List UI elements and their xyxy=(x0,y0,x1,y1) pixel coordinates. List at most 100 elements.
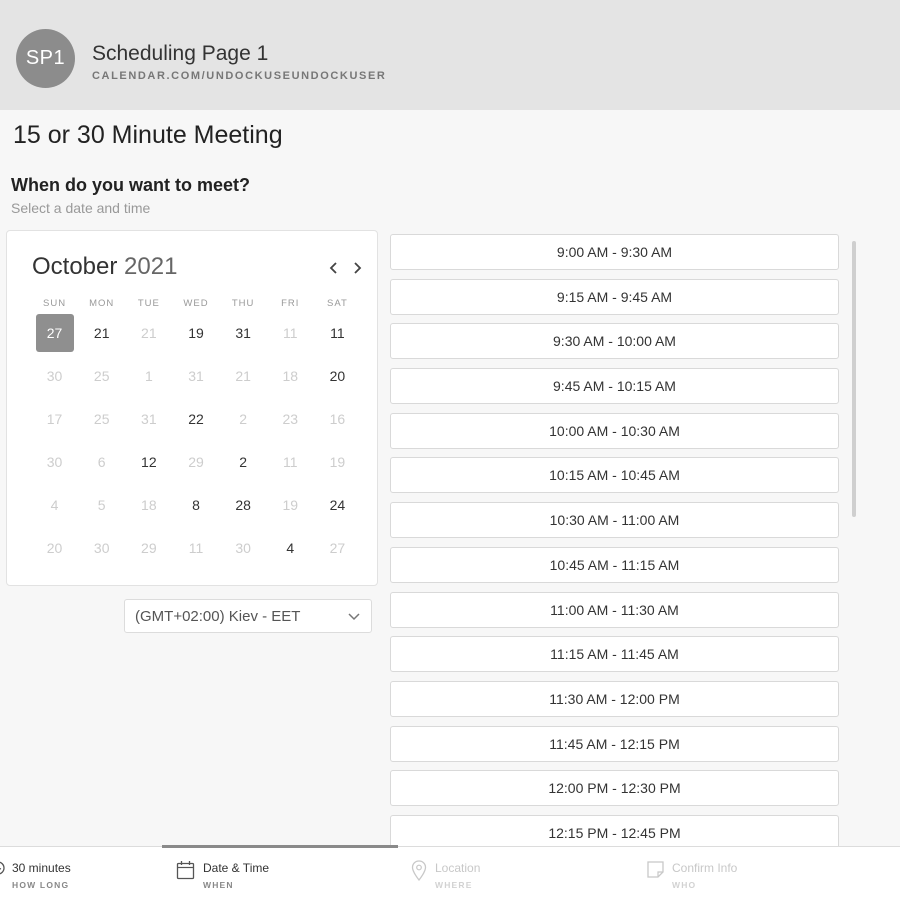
weekday-header: SUN MON TUE WED THU FRI SAT xyxy=(31,298,361,309)
calendar-year: 2021 xyxy=(124,253,178,280)
time-slot-button[interactable]: 10:00 AM - 10:30 AM xyxy=(390,412,839,449)
meeting-title: 15 or 30 Minute Meeting xyxy=(13,121,283,149)
scrollbar[interactable] xyxy=(852,241,856,517)
calendar-day-label: 20 xyxy=(329,367,346,384)
calendar-day-label: 30 xyxy=(46,367,63,384)
calendar-day[interactable]: 28 xyxy=(220,483,267,526)
calendar-day-label: 17 xyxy=(46,410,63,427)
calendar-day-label: 5 xyxy=(97,496,106,513)
step-date-time-title: Date & Time xyxy=(203,861,270,875)
calendar-day-label: 20 xyxy=(46,539,63,556)
calendar-month-year: October 2021 xyxy=(32,253,177,281)
calendar-day: 30 xyxy=(31,354,78,397)
weekday-label: WED xyxy=(183,298,209,309)
step-location-title: Location xyxy=(435,861,481,875)
weekday-label: MON xyxy=(89,298,115,309)
time-slot-button[interactable]: 11:30 AM - 12:00 PM xyxy=(390,680,839,717)
step-location-sub: WHERE xyxy=(435,880,473,890)
time-slot-button[interactable]: 9:00 AM - 9:30 AM xyxy=(390,234,839,270)
calendar-day-selected[interactable]: 27 xyxy=(31,311,78,354)
calendar-day-label: 18 xyxy=(282,367,299,384)
calendar-day: 2 xyxy=(220,397,267,440)
calendar-day: 25 xyxy=(78,354,125,397)
time-slot-button[interactable]: 10:15 AM - 10:45 AM xyxy=(390,457,839,494)
location-pin-icon xyxy=(411,860,427,882)
calendar-day: 21 xyxy=(220,354,267,397)
date-picker: October 2021 SUN MON TUE WED THU FRI SAT 27 21 2… xyxy=(6,230,378,586)
step-duration-sub: HOW LONG xyxy=(12,880,70,890)
instruction-text: Select a date and time xyxy=(11,200,151,216)
calendar-day-label: 2 xyxy=(239,453,248,470)
time-slot-button[interactable]: 10:30 AM - 11:00 AM xyxy=(390,502,839,539)
calendar-day-label: 25 xyxy=(93,367,110,384)
calendar-day[interactable]: 22 xyxy=(172,397,219,440)
calendar-day[interactable]: 19 xyxy=(172,311,219,354)
weekday-label: TUE xyxy=(137,298,160,309)
time-slot-button[interactable]: 9:45 AM - 10:15 AM xyxy=(390,368,839,405)
calendar-day-label: 19 xyxy=(329,453,346,470)
calendar-day[interactable]: 8 xyxy=(172,483,219,526)
calendar-day-label: 2 xyxy=(239,410,248,427)
weekday-label: FRI xyxy=(281,298,300,309)
header: SP1 Scheduling Page 1 CALENDAR.COM/UNDOC… xyxy=(0,0,900,110)
note-icon xyxy=(647,861,664,878)
time-slot-button[interactable]: 9:15 AM - 9:45 AM xyxy=(390,278,839,315)
calendar-day: 21 xyxy=(125,311,172,354)
calendar-day-label: 31 xyxy=(235,324,251,341)
time-slot-button[interactable]: 9:30 AM - 10:00 AM xyxy=(390,323,839,360)
calendar-day[interactable]: 2 xyxy=(220,440,267,483)
calendar-day[interactable]: 24 xyxy=(314,483,361,526)
calendar-day[interactable]: 31 xyxy=(220,311,267,354)
calendar-day[interactable]: 21 xyxy=(78,311,125,354)
calendar-day-label: 21 xyxy=(93,324,110,341)
calendar-day: 20 xyxy=(31,526,78,569)
calendar-day-label: 1 xyxy=(144,367,153,384)
calendar-day-label: 30 xyxy=(235,539,251,556)
calendar-day-label: 21 xyxy=(235,367,251,384)
next-month-button[interactable] xyxy=(348,257,366,279)
calendar-day-label: 4 xyxy=(286,539,295,556)
time-slot-button[interactable]: 12:00 PM - 12:30 PM xyxy=(390,770,839,807)
calendar-day-label: 16 xyxy=(329,410,346,427)
calendar-day: 17 xyxy=(31,397,78,440)
calendar-day[interactable]: 12 xyxy=(125,440,172,483)
calendar-day: 1 xyxy=(125,354,172,397)
calendar-icon xyxy=(176,861,195,880)
calendar-day: 11 xyxy=(267,440,314,483)
timezone-select[interactable]: (GMT+02:00) Kiev - EET xyxy=(124,599,372,633)
calendar-day-label: 30 xyxy=(46,453,63,470)
calendar-day: 16 xyxy=(314,397,361,440)
calendar-day-label: 12 xyxy=(141,453,157,470)
calendar-day: 18 xyxy=(125,483,172,526)
chevron-left-icon xyxy=(329,262,337,274)
step-confirm-info-sub: WHO xyxy=(672,880,697,890)
calendar-day: 25 xyxy=(78,397,125,440)
calendar-day: 30 xyxy=(220,526,267,569)
calendar-day: 11 xyxy=(267,311,314,354)
calendar-day-label: 30 xyxy=(93,539,110,556)
step-confirm-info-title: Confirm Info xyxy=(672,861,738,875)
calendar-day: 30 xyxy=(78,526,125,569)
calendar-day-label: 22 xyxy=(188,410,204,427)
time-slot-list: 9:00 AM - 9:30 AM 9:15 AM - 9:45 AM 9:30 A… xyxy=(390,234,846,860)
calendar-day[interactable]: 4 xyxy=(267,526,314,569)
calendar-day[interactable]: 20 xyxy=(314,354,361,397)
page-url: CALENDAR.COM/UNDOCKUSEUNDOCKUSER xyxy=(92,70,387,82)
step-date-time-sub: WHEN xyxy=(203,880,234,890)
calendar-day: 5 xyxy=(78,483,125,526)
prev-month-button[interactable] xyxy=(325,257,343,279)
calendar-day-label: 27 xyxy=(329,539,346,556)
calendar-day: 4 xyxy=(31,483,78,526)
page-name: Scheduling Page 1 xyxy=(92,42,269,65)
time-slot-button[interactable]: 10:45 AM - 11:15 AM xyxy=(390,546,839,583)
calendar-day: 31 xyxy=(125,397,172,440)
calendar-day[interactable]: 11 xyxy=(314,311,361,354)
calendar-day: 11 xyxy=(172,526,219,569)
time-slot-button[interactable]: 11:00 AM - 11:30 AM xyxy=(390,591,839,628)
calendar-day-label: 29 xyxy=(188,453,204,470)
time-slot-button[interactable]: 11:15 AM - 11:45 AM xyxy=(390,636,839,673)
calendar-day: 19 xyxy=(314,440,361,483)
time-slot-button[interactable]: 11:45 AM - 12:15 PM xyxy=(390,725,839,762)
calendar-day: 31 xyxy=(172,354,219,397)
calendar-day-label: 8 xyxy=(192,496,200,513)
